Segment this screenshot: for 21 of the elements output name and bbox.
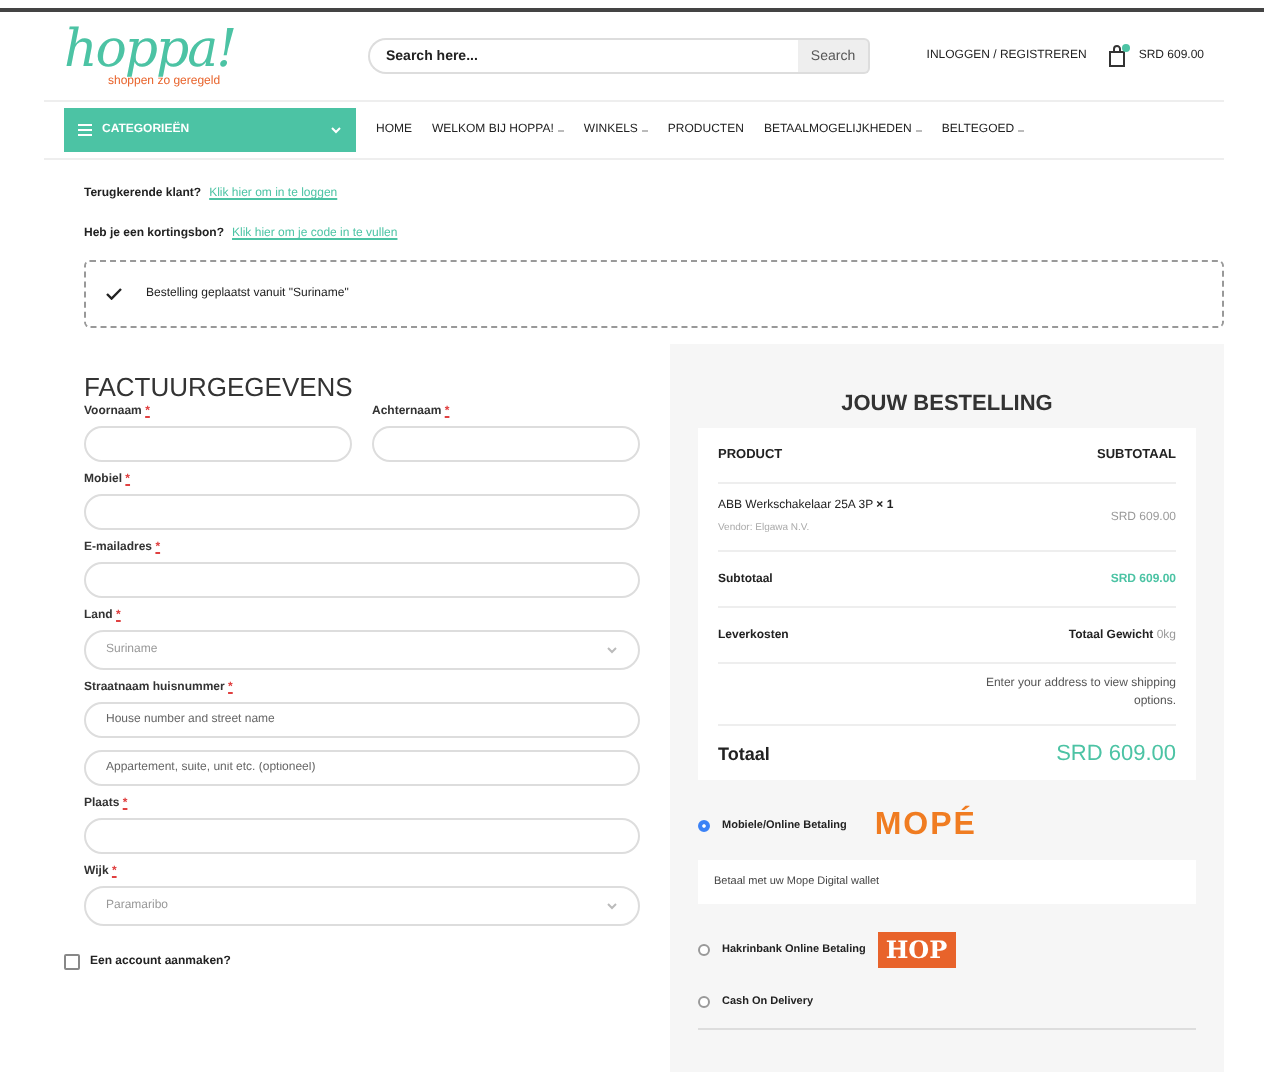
- input-field[interactable]: [84, 562, 640, 598]
- input-field[interactable]: [84, 494, 640, 530]
- radio-button[interactable]: [698, 820, 710, 832]
- chevron-down-icon: [606, 902, 618, 910]
- radio-button[interactable]: [698, 944, 710, 956]
- payment-logo: MOPÉ: [874, 808, 977, 844]
- payment-logo: HOP: [877, 932, 956, 968]
- radio-button[interactable]: [698, 996, 710, 1008]
- menu-icon: [78, 124, 92, 136]
- chevron-down-icon: [606, 646, 618, 654]
- total-value: SRD 609.00: [1056, 741, 1176, 765]
- checkmark-icon: [106, 288, 122, 300]
- input-field[interactable]: [84, 426, 352, 462]
- input-field[interactable]: [84, 818, 640, 854]
- total-label: Totaal: [718, 743, 770, 763]
- input-field[interactable]: [372, 426, 640, 462]
- shopping-bag-icon[interactable]: [1106, 44, 1131, 68]
- section-title: JOUW BESTELLING: [839, 392, 1055, 416]
- section-title: FACTUURGEGEVENS: [84, 372, 355, 402]
- chevron-down-icon: [330, 126, 342, 134]
- checkbox[interactable]: [64, 954, 80, 970]
